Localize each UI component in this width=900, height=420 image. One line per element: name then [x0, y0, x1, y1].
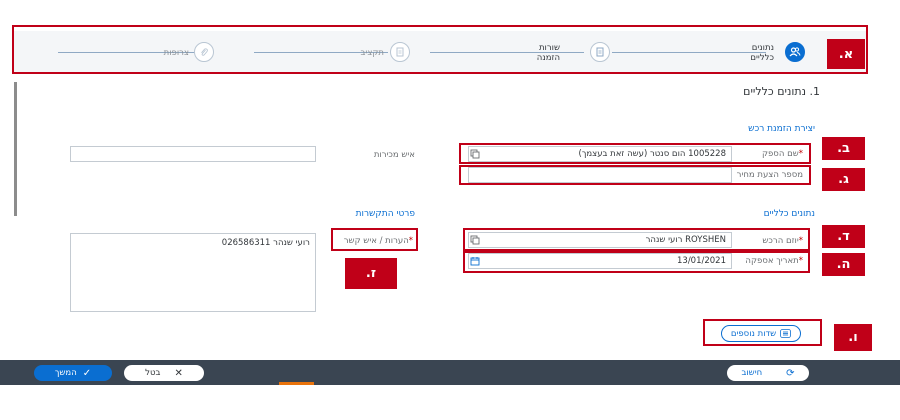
- check-icon: ✓: [82, 367, 92, 379]
- annotation-tag-z: ז.: [345, 258, 397, 289]
- footer-toolbar: ✓ המשך ✕ בטל ⟳ חישוב: [0, 360, 900, 385]
- annotation-frame-d: [463, 228, 810, 251]
- section-edge-bar: [14, 82, 17, 216]
- close-icon: ✕: [174, 367, 183, 379]
- annotation-frame-h: [463, 251, 810, 273]
- refresh-icon: ⟳: [786, 367, 795, 379]
- section-title-general-data: נתונים כלליים: [763, 209, 815, 219]
- sales-person-label: איש מכירות: [373, 150, 415, 160]
- calculate-button[interactable]: ⟳ חישוב: [727, 365, 809, 381]
- annotation-tag-v: ו.: [834, 324, 872, 351]
- sales-person-field[interactable]: [70, 146, 316, 162]
- annotation-tag-d: ד.: [822, 225, 865, 248]
- section-title-contact: פרטי התקשרות: [355, 209, 415, 219]
- annotation-tag-a: א.: [827, 39, 865, 69]
- notes-contact-field[interactable]: רועי שנהר 026586311: [70, 233, 316, 312]
- annotation-frame-z: [331, 228, 418, 251]
- annotation-frame-a: [12, 25, 868, 74]
- annotation-tag-g: ג.: [822, 168, 865, 191]
- annotation-tag-h: ה.: [822, 253, 865, 276]
- page-title: 1. נתונים כלליים: [743, 85, 820, 98]
- annotation-frame-v: [703, 319, 822, 346]
- continue-button[interactable]: ✓ המשך: [34, 365, 112, 381]
- annotation-frame-g: [459, 165, 811, 185]
- continue-label: המשך: [54, 368, 77, 378]
- cancel-button[interactable]: ✕ בטל: [124, 365, 204, 381]
- section-title-purchase-order: יצירת הזמנת רכש: [748, 124, 815, 134]
- footer-accent-strip: [279, 382, 314, 385]
- cancel-label: בטל: [145, 368, 161, 378]
- calculate-label: חישוב: [741, 368, 763, 378]
- annotation-tag-b: ב.: [822, 137, 865, 160]
- annotation-frame-b: [459, 143, 811, 164]
